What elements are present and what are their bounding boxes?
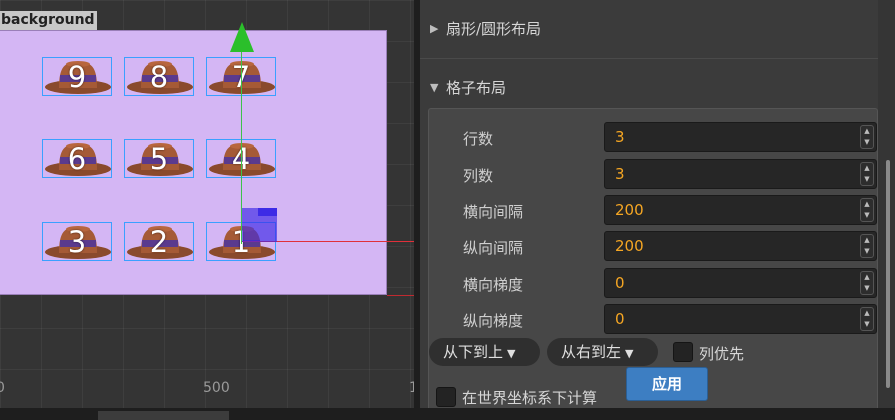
h-spacing-input[interactable]: 200 ▲ ▼ [604,195,877,225]
v-spacing-input[interactable]: 200 ▲ ▼ [604,231,877,261]
hat-sprite[interactable]: 2 [124,222,194,261]
h-gradient-value: 0 [615,274,625,292]
hat-number: 3 [67,224,87,259]
horizontal-scrollbar[interactable] [98,411,229,420]
field-label-v-gradient: 纵向梯度 [463,312,524,330]
apply-button[interactable]: 应用 [626,367,708,401]
rows-input[interactable]: 3 ▲ ▼ [604,122,877,152]
field-label-v-spacing: 纵向间隔 [463,239,524,257]
hat-sprite[interactable]: 6 [42,139,112,178]
columns-value: 3 [615,165,625,183]
v-spacing-value: 200 [615,237,644,255]
inspector-panel: ▶ 扇形/圆形布局 ▼ 格子布局 行数 3 ▲ ▼ 列数 3 ▲ ▼ 横向间隔 … [420,0,895,408]
step-up-icon[interactable]: ▲ [861,199,873,210]
vertical-order-value: 从下到上 [443,343,504,361]
horizontal-order-value: 从右到左 [561,343,622,361]
step-up-icon[interactable]: ▲ [861,272,873,283]
v-gradient-stepper[interactable]: ▲ ▼ [860,307,874,331]
scene-view[interactable]: background 9 8 7 6 5 4 3 2 1 0 [0,0,414,408]
hat-sprite[interactable]: 5 [124,139,194,178]
y-arrow-icon[interactable] [229,22,255,52]
section-grid-layout-header[interactable]: ▼ 格子布局 [420,72,878,102]
step-up-icon[interactable]: ▲ [861,126,873,137]
move-gizmo-corner[interactable] [258,208,277,216]
step-down-icon[interactable]: ▼ [861,137,873,148]
columns-stepper[interactable]: ▲ ▼ [860,162,874,186]
column-first-checkbox[interactable] [673,342,693,362]
ruler-label: 0 [0,380,5,396]
caret-down-icon: ▼ [625,347,634,360]
ruler-label: 500 [203,380,230,396]
triangle-down-icon: ▼ [430,80,439,94]
v-gradient-value: 0 [615,310,625,328]
columns-input[interactable]: 3 ▲ ▼ [604,159,877,189]
x-axis-guide [387,295,414,296]
hat-sprite[interactable]: 8 [124,57,194,96]
step-down-icon[interactable]: ▼ [861,319,873,330]
column-first-label: 列优先 [699,345,745,363]
hat-sprite[interactable]: 3 [42,222,112,261]
field-label-h-gradient: 横向梯度 [463,276,524,294]
h-gradient-stepper[interactable]: ▲ ▼ [860,271,874,295]
hat-sprite[interactable]: 9 [42,57,112,96]
step-down-icon[interactable]: ▼ [861,246,873,257]
v-spacing-stepper[interactable]: ▲ ▼ [860,234,874,258]
hat-number: 2 [149,224,169,259]
node-name-label: background [0,11,97,30]
h-spacing-value: 200 [615,201,644,219]
triangle-right-icon: ▶ [430,21,439,35]
step-up-icon[interactable]: ▲ [861,308,873,319]
step-down-icon[interactable]: ▼ [861,283,873,294]
vertical-scrollbar-thumb[interactable] [886,160,890,388]
rows-stepper[interactable]: ▲ ▼ [860,125,874,149]
section-title: 格子布局 [446,78,507,97]
field-label-rows: 行数 [463,130,494,148]
hat-number: 6 [67,141,87,176]
step-down-icon[interactable]: ▼ [861,210,873,221]
section-divider [420,58,878,59]
world-coords-label: 在世界坐标系下计算 [462,389,598,407]
h-spacing-stepper[interactable]: ▲ ▼ [860,198,874,222]
v-gradient-input[interactable]: 0 ▲ ▼ [604,304,877,334]
hat-number: 8 [149,59,169,94]
section-title: 扇形/圆形布局 [446,19,542,38]
vertical-order-dropdown[interactable]: 从下到上 ▼ [429,338,540,366]
grid-layout-panel: 行数 3 ▲ ▼ 列数 3 ▲ ▼ 横向间隔 200 ▲ ▼ 纵向间隔 200 … [428,108,878,408]
field-label-h-spacing: 横向间隔 [463,203,524,221]
hat-number: 9 [67,59,87,94]
hat-number: 5 [149,141,169,176]
step-up-icon[interactable]: ▲ [861,235,873,246]
field-label-columns: 列数 [463,167,494,185]
caret-down-icon: ▼ [507,347,516,360]
step-up-icon[interactable]: ▲ [861,163,873,174]
rows-value: 3 [615,128,625,146]
step-down-icon[interactable]: ▼ [861,174,873,185]
world-coords-checkbox[interactable] [436,387,456,407]
section-fan-layout-header[interactable]: ▶ 扇形/圆形布局 [420,13,878,43]
h-gradient-input[interactable]: 0 ▲ ▼ [604,268,877,298]
horizontal-order-dropdown[interactable]: 从右到左 ▼ [547,338,658,366]
